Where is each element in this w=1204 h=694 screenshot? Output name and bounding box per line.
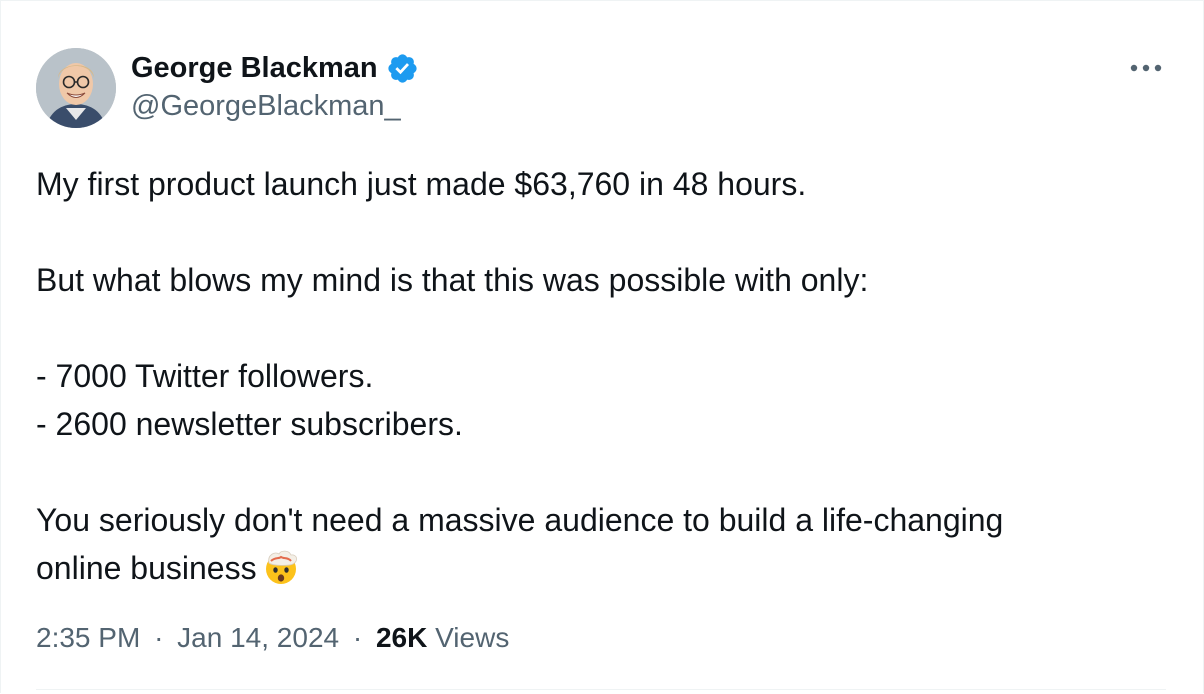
- more-options-icon: [1130, 64, 1162, 72]
- tweet-date[interactable]: Jan 14, 2024: [177, 622, 339, 653]
- more-options-button[interactable]: [1126, 54, 1166, 82]
- tweet-last-line: online business: [36, 544, 1166, 592]
- meta-separator: ·: [154, 622, 164, 653]
- divider: [36, 689, 1166, 690]
- views-count: 26K: [375, 622, 428, 653]
- tweet-line: - 2600 newsletter subscribers.: [36, 406, 463, 442]
- tweet-line: My first product launch just made $63,76…: [36, 166, 807, 202]
- tweet-line: - 7000 Twitter followers.: [36, 358, 374, 394]
- tweet-time[interactable]: 2:35 PM: [36, 622, 140, 653]
- avatar-image: [36, 48, 116, 128]
- tweet-line: online business: [36, 550, 257, 586]
- tweet-text: My first product launch just made $63,76…: [36, 160, 1166, 592]
- author-name[interactable]: George Blackman: [131, 50, 378, 86]
- verified-badge-icon: [388, 53, 417, 83]
- author-handle[interactable]: @GeorgeBlackman_: [131, 88, 401, 124]
- exploding-head-emoji: [265, 550, 297, 584]
- meta-separator: ·: [352, 622, 363, 653]
- tweet-meta: 2:35 PM · Jan 14, 2024 · 26K Views: [36, 620, 509, 656]
- tweet-line: But what blows my mind is that this was …: [36, 262, 869, 298]
- author-name-row[interactable]: George Blackman: [131, 50, 419, 86]
- avatar[interactable]: [36, 48, 116, 128]
- views-label: Views: [435, 622, 510, 653]
- tweet-line: You seriously don't need a massive audie…: [36, 502, 1004, 538]
